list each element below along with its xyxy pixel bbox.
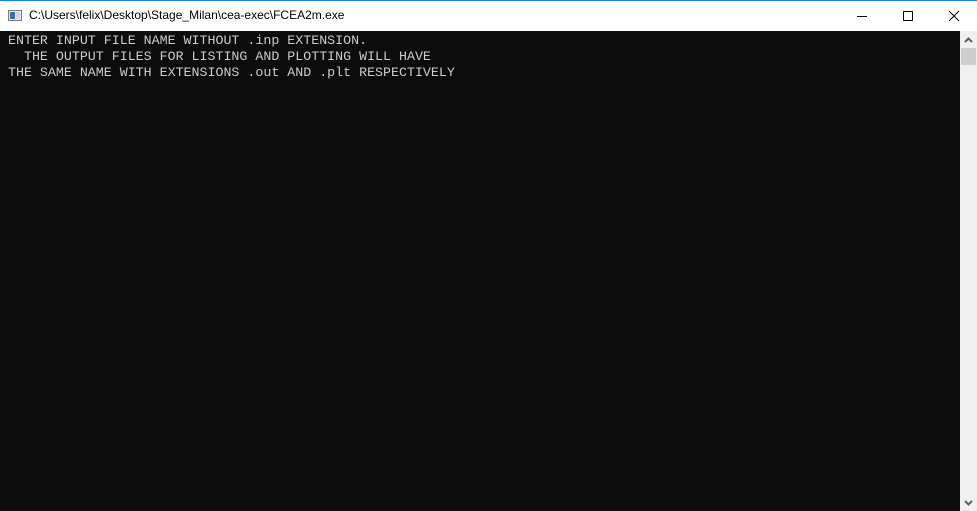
close-button[interactable] [931, 1, 977, 31]
scroll-up-button[interactable] [960, 31, 977, 48]
scroll-down-button[interactable] [960, 494, 977, 511]
minimize-button[interactable] [839, 1, 885, 31]
chevron-down-icon [964, 499, 973, 506]
vertical-scrollbar[interactable] [960, 31, 977, 511]
minimize-icon [857, 16, 867, 17]
console-line: THE OUTPUT FILES FOR LISTING AND PLOTTIN… [8, 49, 431, 64]
maximize-button[interactable] [885, 1, 931, 31]
console-line: THE SAME NAME WITH EXTENSIONS .out AND .… [8, 65, 455, 80]
console-line: ENTER INPUT FILE NAME WITHOUT .inp EXTEN… [8, 33, 368, 48]
title-bar[interactable]: C:\Users\felix\Desktop\Stage_Milan\cea-e… [0, 0, 977, 31]
maximize-icon [903, 11, 913, 21]
close-icon [948, 10, 960, 22]
window-title: C:\Users\felix\Desktop\Stage_Milan\cea-e… [29, 8, 345, 22]
console-app-icon[interactable] [8, 10, 22, 21]
scrollbar-thumb[interactable] [961, 48, 976, 65]
console-output-area[interactable] [0, 31, 960, 511]
chevron-up-icon [964, 36, 973, 43]
console-text: ENTER INPUT FILE NAME WITHOUT .inp EXTEN… [8, 33, 455, 81]
